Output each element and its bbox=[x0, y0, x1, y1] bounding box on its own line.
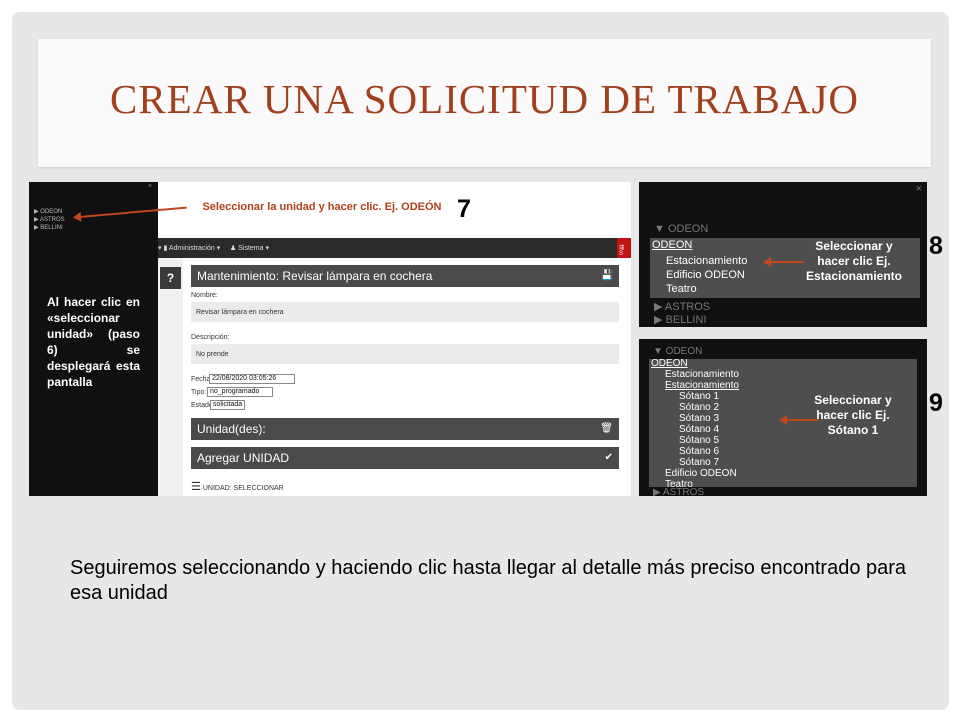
tree-item-astros[interactable]: ▶ ASTROS bbox=[34, 216, 65, 224]
tree-item-bellini[interactable]: ▶ BELLINI bbox=[34, 224, 65, 232]
tree-item-odeon[interactable]: ▶ ODEON bbox=[34, 208, 65, 216]
unidad-select-row[interactable]: ☰ UNIDAD: SELECCIONAR bbox=[191, 480, 284, 493]
tree-screenshot-9: ▼ ODEON ODEON Estacionamiento Estacionam… bbox=[639, 339, 927, 496]
title-box: CREAR UNA SOLICITUD DE TRABAJO bbox=[38, 39, 931, 167]
tree-item-estacionamiento-sub[interactable]: Estacionamiento bbox=[665, 380, 739, 391]
nombre-label: Nombre: bbox=[191, 292, 218, 299]
nav-logout-button[interactable]: ⇶ S bbox=[617, 238, 631, 258]
tree-item-sotano-7[interactable]: Sótano 7 bbox=[679, 457, 719, 468]
tipo-label: Tipo: bbox=[191, 389, 207, 396]
check-icon[interactable]: ✔ bbox=[605, 447, 613, 469]
sidebar-close-icon[interactable]: × bbox=[148, 183, 152, 190]
help-column bbox=[158, 258, 183, 496]
sidebar-note: Al hacer clic en «seleccionar unidad» (p… bbox=[47, 295, 140, 389]
callout-step7: Seleccionar la unidad y hacer clic. Ej. … bbox=[202, 201, 442, 213]
tree-item-sotano-5[interactable]: Sótano 5 bbox=[679, 435, 719, 446]
step-number-9: 9 bbox=[929, 389, 943, 417]
tipo-select[interactable]: no_programado bbox=[207, 387, 273, 397]
tree-item-estacionamiento[interactable]: Estacionamiento bbox=[666, 255, 747, 267]
descripcion-label: Descripción: bbox=[191, 334, 230, 341]
nombre-field[interactable]: Revisar lámpara en cochera bbox=[191, 302, 619, 322]
top-navbar: ▾ ▮ Administración ▾ ♟ Sistema ▾ ⇶ S bbox=[158, 238, 631, 258]
slide: CREAR UNA SOLICITUD DE TRABAJO × ▶ ODEON… bbox=[12, 12, 949, 710]
tree-item-odeon[interactable]: ODEON bbox=[651, 358, 688, 369]
unidades-label: Unidad(des): bbox=[197, 422, 266, 436]
tree-item-teatro[interactable]: Teatro bbox=[666, 283, 697, 295]
help-button[interactable]: ? bbox=[160, 267, 181, 289]
tree-item-edificio[interactable]: Edificio ODEON bbox=[665, 468, 737, 479]
callout-step8: Seleccionar y hacer clic Ej. Estacionami… bbox=[805, 239, 903, 283]
tree-item-astros[interactable]: ▶ ASTROS bbox=[653, 487, 704, 496]
app-screenshot: × ▶ ODEON ▶ ASTROS ▶ BELLINI Al hacer cl… bbox=[29, 182, 631, 496]
bottom-caption: Seguiremos seleccionando y haciendo clic… bbox=[70, 557, 907, 604]
sidebar-tree: ▶ ODEON ▶ ASTROS ▶ BELLINI bbox=[34, 208, 65, 232]
unidades-bar: Unidad(des): 🗑 bbox=[191, 418, 619, 440]
tree-item-sotano-4[interactable]: Sótano 4 bbox=[679, 424, 719, 435]
nav-admin[interactable]: ▾ ▮ Administración ▾ bbox=[158, 244, 220, 252]
tree-item-sotano-1[interactable]: Sótano 1 bbox=[679, 391, 719, 402]
close-icon[interactable]: × bbox=[916, 183, 922, 195]
menu-icon: ☰ bbox=[191, 481, 201, 493]
tree-screenshot-8: × ▼ ODEON ODEON Estacionamiento Edificio… bbox=[639, 182, 927, 327]
fecha-input[interactable]: 22/08/2020 03:05:26 bbox=[209, 374, 295, 384]
unidad-select-label: UNIDAD: SELECCIONAR bbox=[202, 485, 284, 492]
tree-odeon-dim: ▼ ODEON bbox=[654, 223, 709, 235]
callout-step9: Seleccionar y hacer clic Ej. Sótano 1 bbox=[814, 393, 892, 437]
save-icon[interactable]: 💾 bbox=[601, 265, 613, 287]
estado-select[interactable]: solicitada bbox=[210, 400, 245, 410]
agregar-unidad-button[interactable]: Agregar UNIDAD ✔ bbox=[191, 447, 619, 469]
form-header: Mantenimiento: Revisar lámpara en cocher… bbox=[191, 265, 619, 287]
trash-icon[interactable]: 🗑 bbox=[600, 418, 613, 440]
tree-item-astros[interactable]: ▶ ASTROS bbox=[654, 300, 710, 313]
tree-item-bellini[interactable]: ▶ BELLINI bbox=[654, 313, 706, 326]
slide-title: CREAR UNA SOLICITUD DE TRABAJO bbox=[109, 76, 860, 122]
step-number-8: 8 bbox=[929, 232, 943, 260]
tree-item-sotano-2[interactable]: Sótano 2 bbox=[679, 402, 719, 413]
descripcion-field[interactable]: No prende bbox=[191, 344, 619, 364]
tree-item-estacionamiento[interactable]: Estacionamiento bbox=[665, 369, 739, 380]
form-title: Mantenimiento: Revisar lámpara en cocher… bbox=[197, 269, 433, 283]
nav-system[interactable]: ♟ Sistema ▾ bbox=[230, 244, 269, 252]
unit-sidebar: × ▶ ODEON ▶ ASTROS ▶ BELLINI Al hacer cl… bbox=[29, 182, 158, 496]
agregar-label: Agregar UNIDAD bbox=[197, 451, 290, 465]
step-number-7: 7 bbox=[457, 195, 471, 223]
tree-odeon-dim: ▼ ODEON bbox=[653, 346, 703, 357]
tree-item-sotano-3[interactable]: Sótano 3 bbox=[679, 413, 719, 424]
tree-item-edificio[interactable]: Edificio ODEON bbox=[666, 269, 745, 281]
tree-item-sotano-6[interactable]: Sótano 6 bbox=[679, 446, 719, 457]
tree-item-odeon[interactable]: ODEON bbox=[652, 239, 692, 251]
